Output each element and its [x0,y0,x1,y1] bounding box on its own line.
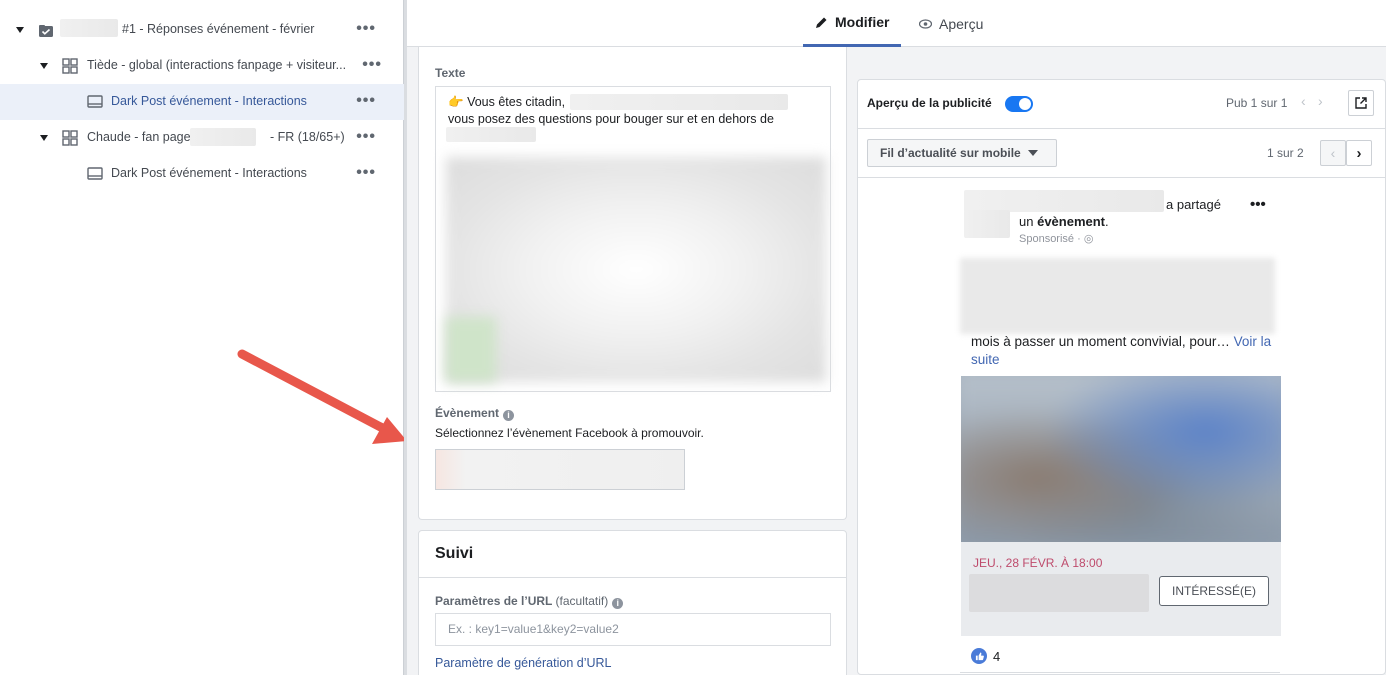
sponsored-label: Sponsorisé · ◎ [1019,233,1094,245]
tab-edit[interactable]: Modifier [803,0,902,47]
more-options-icon[interactable]: ••• [362,56,382,74]
caret-down-icon[interactable] [40,135,48,141]
campaign-tree-panel: #1 - Réponses événement - février ••• Ti… [0,0,407,675]
more-options-icon[interactable]: ••• [356,164,376,182]
post-body: mois à passer un moment convivial, pour…… [971,334,1272,367]
shared-text: a partagé [1166,197,1221,212]
tab-preview[interactable]: Aperçu [919,0,983,47]
url-params-input[interactable]: Ex. : key1=value1&key2=value2 [435,613,831,646]
ad-text-line-2: vous posez des questions pour bouger sur… [448,112,774,126]
redacted-name [60,19,118,37]
chevron-right-icon: › [1356,144,1362,162]
divider [960,672,1280,673]
redacted-event-title [969,574,1149,612]
more-options-icon[interactable]: ••• [356,92,376,110]
prev-page-button[interactable]: ‹ [1320,140,1346,166]
caret-down-icon[interactable] [40,63,48,69]
placement-dropdown[interactable]: Fil d’actualité sur mobile [867,139,1057,167]
tab-label: Aperçu [939,15,984,32]
preview-toggle[interactable] [1005,96,1033,112]
tree-item-label: Dark Post événement - Interactions [111,94,307,108]
redacted-page-name [964,190,1164,212]
divider [858,128,1385,129]
redacted-post-text [960,258,1275,334]
info-icon[interactable]: i [612,598,624,609]
tracking-title: Suivi [435,545,474,562]
page-counter: 1 sur 2 [1267,146,1304,160]
redacted-text [570,94,788,110]
like-icon [971,648,987,664]
url-builder-link[interactable]: Paramètre de génération d’URL [435,656,612,670]
pointing-hand-icon: 👉 [448,95,464,109]
ad-text-line-1: 👉 Vous êtes citadin, [448,95,566,109]
campaign-folder-icon [38,23,54,39]
chevron-down-icon [1027,150,1038,156]
external-link-icon [1355,97,1367,109]
tree-row-campaign[interactable]: #1 - Réponses événement - février ••• [0,12,404,48]
event-info-bar: JEU., 28 FÉVR. À 18:00 INTÉRESSÉ(E) [961,542,1281,636]
redacted-name [190,128,256,146]
divider [419,577,846,578]
reactions-row: 4 [971,648,1000,664]
ad-monitor-icon [87,166,103,182]
red-arrow-annotation [237,349,407,444]
pencil-icon [815,16,828,29]
next-page-button[interactable]: › [1346,140,1372,166]
shared-event-text: un évènement. [1019,214,1109,229]
open-external-button[interactable] [1348,90,1374,116]
tree-item-label: Tiède - global (interactions fanpage + v… [87,58,347,72]
text-field-label: Texte [435,66,466,80]
event-cover-image[interactable] [961,376,1281,542]
ad-text-box[interactable]: 👉 Vous êtes citadin, vous posez des ques… [435,86,831,392]
editor-tabs: Modifier Aperçu [407,0,1386,47]
tree-row-adset-2[interactable]: Chaude - fan page - FR (18/65+) ••• [0,120,404,156]
tree-item-label-prefix: Chaude - fan page [87,130,191,144]
divider [858,177,1385,178]
redacted-text-block [446,317,496,382]
tree-row-adset[interactable]: Tiède - global (interactions fanpage + v… [0,48,404,84]
tab-label: Modifier [835,14,890,30]
tree-item-label: #1 - Réponses événement - février [122,22,315,36]
redacted-text-block [446,157,826,382]
adset-grid-icon [62,130,78,146]
url-params-label: Paramètres de l’URL (facultatif) i [435,594,624,609]
like-count: 4 [993,648,1001,664]
redacted-avatar [964,210,1010,238]
next-pub-icon[interactable]: › [1318,93,1323,109]
event-help-text: Sélectionnez l’évènement Facebook à prom… [435,426,704,440]
tree-row-ad[interactable]: Dark Post événement - Interactions ••• [0,156,404,192]
eye-icon [919,18,932,29]
more-options-icon[interactable]: ••• [356,20,376,38]
tree-item-label: Dark Post événement - Interactions [111,166,307,180]
adset-grid-icon [62,58,78,74]
panel-divider[interactable] [404,0,407,675]
pub-counter: Pub 1 sur 1 [1226,96,1288,110]
ad-creative-card: Texte 👉 Vous êtes citadin, vous posez de… [418,47,847,520]
chevron-left-icon: ‹ [1330,145,1336,161]
event-select-field[interactable] [435,449,685,490]
preview-title: Aperçu de la publicité [867,96,992,110]
event-field-label: Évènement i [435,406,515,421]
post-more-icon[interactable]: ••• [1250,196,1266,213]
caret-down-icon[interactable] [16,27,24,33]
event-date: JEU., 28 FÉVR. À 18:00 [973,556,1103,570]
info-icon[interactable]: i [503,410,515,421]
tree-item-label-suffix: - FR (18/65+) [270,130,345,144]
ad-monitor-icon [87,94,103,110]
globe-icon: ◎ [1083,233,1094,245]
tree-row-ad-selected[interactable]: Dark Post événement - Interactions ••• [0,84,404,120]
interested-button[interactable]: INTÉRESSÉ(E) [1159,576,1269,606]
more-options-icon[interactable]: ••• [356,128,376,146]
prev-pub-icon[interactable]: ‹ [1301,93,1306,109]
redacted-text [446,127,536,142]
tracking-card: Suivi Paramètres de l’URL (facultatif) i … [418,530,847,675]
